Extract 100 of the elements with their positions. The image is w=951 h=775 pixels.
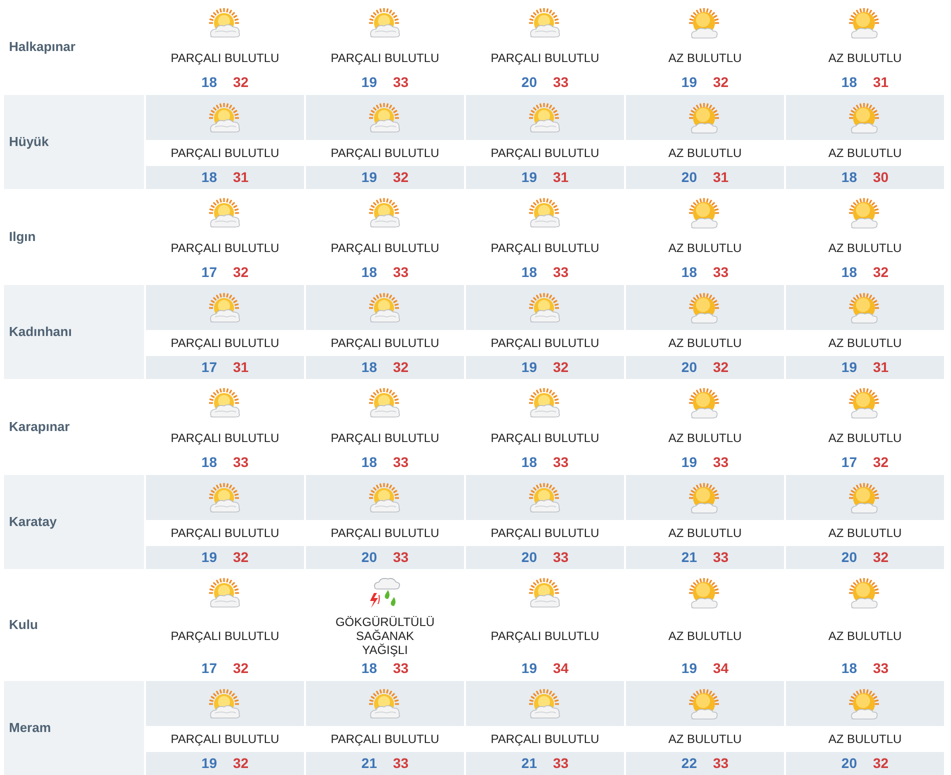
weather-condition: PARÇALI BULUTLU: [490, 526, 600, 540]
high-temperature: 32: [233, 548, 249, 567]
weather-condition: AZ BULUTLU: [668, 431, 742, 445]
partly-cloudy-icon: [527, 686, 563, 720]
weather-condition: PARÇALI BULUTLU: [330, 241, 440, 255]
weather-condition: AZ BULUTLU: [668, 241, 742, 255]
partly-cloudy-icon: [367, 480, 403, 514]
weather-condition: AZ BULUTLU: [668, 526, 742, 540]
weather-condition: PARÇALI BULUTLU: [330, 526, 440, 540]
weather-condition: PARÇALI BULUTLU: [330, 336, 440, 350]
weather-condition: PARÇALI BULUTLU: [170, 146, 280, 160]
low-temperature: 19: [201, 754, 217, 773]
weather-condition: AZ BULUTLU: [668, 146, 742, 160]
low-temperature: 17: [841, 453, 857, 472]
weather-condition: GÖKGÜRÜLTÜLÜ SAĞANAK YAĞIŞLI: [334, 615, 436, 657]
low-temperature: 18: [361, 659, 377, 678]
weather-condition: AZ BULUTLU: [828, 51, 902, 65]
high-temperature: 33: [713, 263, 729, 282]
high-temperature: 32: [873, 453, 889, 472]
high-temperature: 33: [713, 548, 729, 567]
weather-condition: PARÇALI BULUTLU: [490, 629, 600, 643]
partly-cloudy-icon: [527, 480, 563, 514]
low-temperature: 19: [681, 659, 697, 678]
low-temperature: 18: [841, 73, 857, 92]
high-temperature: 31: [873, 358, 889, 377]
weather-condition: AZ BULUTLU: [828, 526, 902, 540]
weather-condition: PARÇALI BULUTLU: [330, 732, 440, 746]
high-temperature: 32: [233, 263, 249, 282]
high-temperature: 33: [553, 453, 569, 472]
low-temperature: 19: [201, 548, 217, 567]
low-temperature: 21: [361, 754, 377, 773]
high-temperature: 32: [393, 358, 409, 377]
weather-condition: PARÇALI BULUTLU: [490, 146, 600, 160]
low-temperature: 18: [361, 263, 377, 282]
high-temperature: 33: [553, 548, 569, 567]
weather-condition: PARÇALI BULUTLU: [490, 241, 600, 255]
low-temperature: 20: [841, 548, 857, 567]
partly-cloudy-icon: [527, 386, 563, 420]
low-temperature: 19: [521, 659, 537, 678]
high-temperature: 32: [713, 73, 729, 92]
weather-condition: AZ BULUTLU: [668, 51, 742, 65]
high-temperature: 33: [873, 659, 889, 678]
weather-condition: PARÇALI BULUTLU: [170, 431, 280, 445]
high-temperature: 31: [713, 168, 729, 187]
high-temperature: 32: [873, 548, 889, 567]
partly-cloudy-icon: [207, 6, 243, 40]
low-temperature: 18: [521, 263, 537, 282]
low-temperature: 18: [361, 358, 377, 377]
low-temperature: 21: [681, 548, 697, 567]
high-temperature: 33: [393, 754, 409, 773]
low-temperature: 18: [521, 453, 537, 472]
high-temperature: 30: [873, 168, 889, 187]
low-temperature: 20: [841, 754, 857, 773]
partly-cloudy-icon: [207, 686, 243, 720]
high-temperature: 33: [393, 73, 409, 92]
partly-cloudy-icon: [527, 100, 563, 134]
high-temperature: 32: [713, 358, 729, 377]
high-temperature: 34: [553, 659, 569, 678]
low-temperature: 20: [521, 73, 537, 92]
weather-condition: PARÇALI BULUTLU: [170, 336, 280, 350]
low-temperature: 18: [841, 659, 857, 678]
high-temperature: 33: [393, 548, 409, 567]
low-temperature: 17: [201, 263, 217, 282]
weather-condition: PARÇALI BULUTLU: [490, 336, 600, 350]
weather-condition: PARÇALI BULUTLU: [330, 146, 440, 160]
partly-cloudy-icon: [207, 480, 243, 514]
partly-cloudy-icon: [367, 686, 403, 720]
high-temperature: 33: [713, 754, 729, 773]
high-temperature: 33: [553, 263, 569, 282]
partly-cloudy-icon: [207, 100, 243, 134]
weather-condition: AZ BULUTLU: [668, 336, 742, 350]
low-temperature: 20: [361, 548, 377, 567]
low-temperature: 19: [521, 358, 537, 377]
low-temperature: 19: [361, 73, 377, 92]
low-temperature: 19: [681, 453, 697, 472]
low-temperature: 17: [201, 358, 217, 377]
high-temperature: 33: [553, 754, 569, 773]
low-temperature: 20: [521, 548, 537, 567]
high-temperature: 32: [233, 754, 249, 773]
weather-condition: AZ BULUTLU: [828, 241, 902, 255]
weather-condition: AZ BULUTLU: [828, 431, 902, 445]
location-name: Meram: [9, 719, 51, 738]
location-name: Hüyük: [9, 133, 49, 152]
low-temperature: 22: [681, 754, 697, 773]
location-name: Halkapınar: [9, 38, 76, 56]
weather-condition: PARÇALI BULUTLU: [490, 732, 600, 746]
weather-condition: PARÇALI BULUTLU: [170, 51, 280, 65]
low-temperature: 18: [201, 73, 217, 92]
partly-cloudy-icon: [527, 290, 563, 324]
low-temperature: 19: [841, 358, 857, 377]
low-temperature: 18: [841, 168, 857, 187]
location-name: Karatay: [9, 513, 57, 532]
high-temperature: 31: [553, 168, 569, 187]
high-temperature: 33: [553, 73, 569, 92]
weather-condition: AZ BULUTLU: [668, 629, 742, 643]
weather-condition: PARÇALI BULUTLU: [170, 241, 280, 255]
low-temperature: 18: [841, 263, 857, 282]
high-temperature: 32: [233, 659, 249, 678]
partly-cloudy-icon: [207, 290, 243, 324]
low-temperature: 18: [201, 453, 217, 472]
